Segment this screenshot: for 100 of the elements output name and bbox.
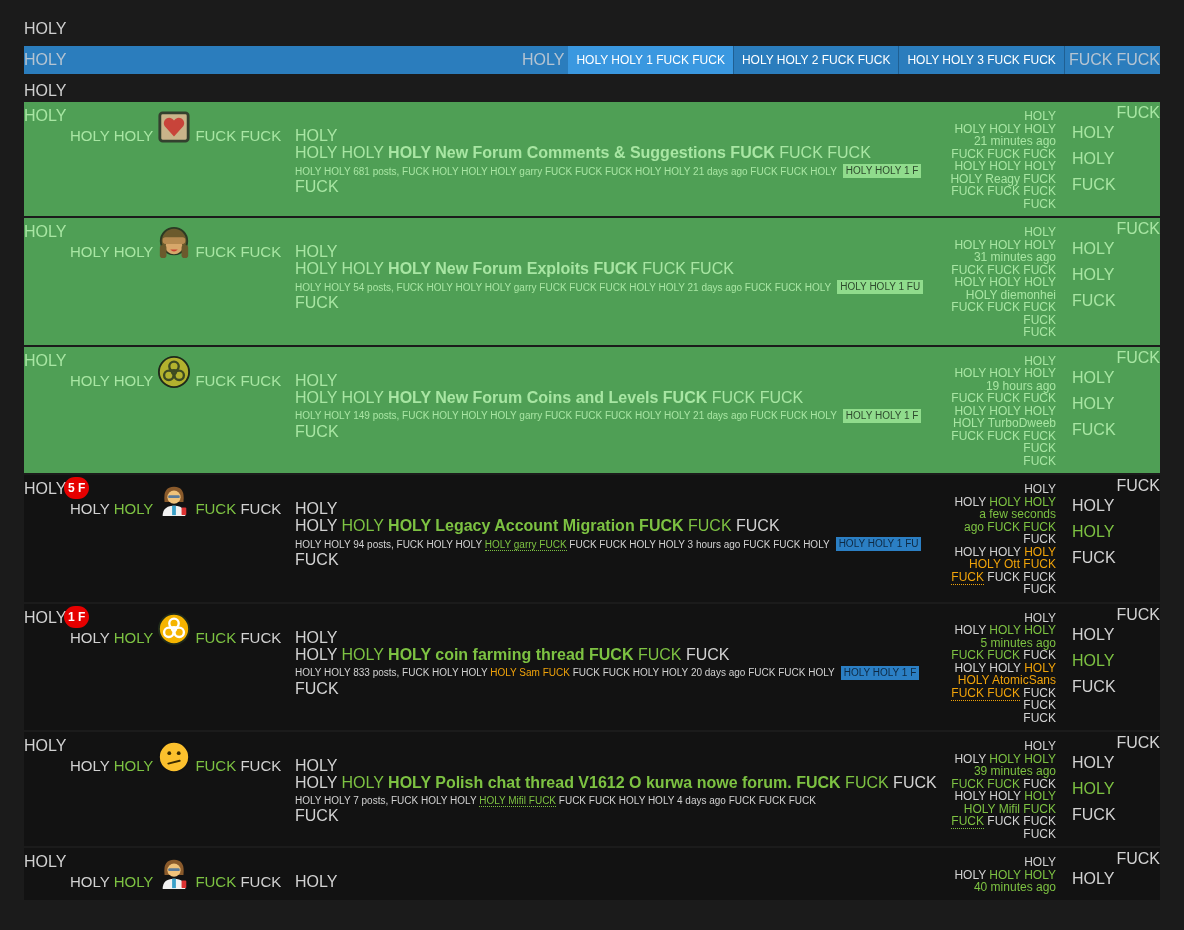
last-post-line: HOLY [1024,856,1056,869]
last-post-line: FUCK FUCK FUCK [951,147,1056,160]
side-text: FUCK [1072,676,1116,697]
topic-intro: HOLY [295,874,338,890]
last-post-line: FUCK [1023,313,1056,326]
side-text: HOLY [1072,149,1115,169]
page-title: HOLY [24,20,67,38]
page-chip[interactable]: HOLY HOLY 1 FU [837,280,924,294]
topic-meta: HOLY HOLY 94 posts, FUCK HOLY HOLY HOLY garry FUCK FUCK FUCK HOLY HOLY 3 hours ago FUCK FUCK HOLY [295,537,830,551]
side-text: HOLY [1072,239,1115,259]
corner-text: FUCK [1116,477,1160,495]
nav-text: FUCK [1067,50,1113,70]
last-post-line: FUCK [1023,197,1056,210]
last-post-line: HOLY [1024,354,1056,367]
last-post-line: HOLY HOLY HOLY [954,276,1056,289]
side-text: HOLY [1072,753,1115,773]
topic-title[interactable]: HOLY HOLY HOLY Polish chat thread V1612 O kurwa nowe forum. FUCK FUCK FUCK [295,774,937,792]
last-post-line: HOLY HOLY HOLY [954,868,1056,881]
topic-intro: HOLY [295,629,338,646]
topic-meta: HOLY HOLY 681 posts, FUCK HOLY HOLY HOLY garry FUCK FUCK FUCK HOLY HOLY 21 days ago FUCK FUCK HOLY [295,164,837,178]
forum-suffix: FUCK FUCK [195,243,282,260]
biohazard-icon [157,611,192,646]
last-post-line: FUCK [1023,583,1056,596]
last-post-line: 40 minutes ago [973,881,1056,894]
topic-footer: FUCK [295,551,339,568]
topic-footer: FUCK [295,294,339,311]
side-text: HOLY [1072,869,1115,889]
biohazard-icon [157,354,192,389]
last-post-line: HOLY [1024,611,1056,624]
side-text: FUCK [1072,548,1116,568]
forum-prefix: HOLY HOLY [70,371,154,389]
last-post-line: HOLY HOLY HOLY [954,545,1056,558]
user-link[interactable]: HOLY garry FUCK [484,538,567,551]
user-link[interactable]: HOLY Mifil FUCK [479,795,557,807]
topic-meta: HOLY HOLY 833 posts, FUCK HOLY HOLY HOLY Sam FUCK FUCK FUCK HOLY HOLY 20 days ago FUCK FUCK HOLY [295,666,835,679]
user-link[interactable]: FUCK [951,814,984,829]
corner-text: FUCK [1116,104,1160,122]
side-text: FUCK [1072,419,1116,440]
last-post-line: HOLY HOLY HOLY [954,752,1056,765]
last-post-line: FUCK FUCK FUCK [951,815,1056,828]
last-post-line: 5 minutes ago [980,636,1056,649]
last-post-line: HOLY Mifil FUCK [963,802,1056,815]
forum-suffix: FUCK FUCK [195,500,282,517]
forum-suffix: FUCK FUCK [195,873,282,890]
last-post-line: FUCK [1023,442,1056,455]
last-post-line: FUCK [1023,827,1056,840]
forum-prefix: HOLY HOLY [70,873,154,890]
last-post-line: FUCK FUCK FUCK [951,392,1056,405]
page-chip[interactable]: HOLY HOLY 1 FU [835,537,922,551]
last-post-line: FUCK [1023,326,1056,339]
forum-prefix: HOLY HOLY [70,500,154,517]
page-chip[interactable]: HOLY HOLY 1 F [840,665,920,680]
last-post-line: HOLY HOLY HOLY [954,122,1056,135]
last-post-line: FUCK [1023,533,1056,546]
last-post-line: FUCK FUCK FUCK [951,686,1056,699]
last-post-line: FUCK [1023,699,1056,712]
topic-intro: HOLY [295,758,338,774]
forum-prefix: HOLY HOLY [70,757,154,774]
side-text: HOLY [1072,123,1115,143]
forum-prefix: HOLY HOLY [70,243,154,260]
last-post-line: FUCK FUCK FUCK [951,649,1056,662]
forum-suffix: FUCK FUCK [195,757,282,774]
nav-text: HOLY [24,50,67,70]
last-post-line: FUCK [1023,711,1056,724]
last-post-line: HOLY Reagy FUCK [950,172,1056,185]
topic-title[interactable]: HOLY HOLY HOLY Legacy Account Migration FUCK FUCK FUCK [295,517,780,535]
topic-intro: HOLY [295,244,338,260]
user-link[interactable]: FUCK FUCK [951,685,1020,701]
last-post-line: HOLY AtomicSans [957,674,1056,687]
page-chip[interactable]: HOLY HOLY 1 F [842,164,922,178]
forum-suffix: FUCK FUCK [195,371,282,389]
last-post-line: FUCK FUCK FUCK [951,777,1056,790]
topic-footer: FUCK [295,679,339,697]
last-post-line: 39 minutes ago [973,765,1056,778]
nav-text: FUCK [1115,50,1160,70]
last-post-line: a few seconds [979,508,1056,521]
row-label: HOLY [24,351,67,369]
row-label: HOLY [24,853,67,870]
side-text: FUCK [1072,805,1116,825]
last-post-line: HOLY Ott FUCK [969,558,1056,571]
topic-meta: HOLY HOLY 7 posts, FUCK HOLY HOLY HOLY Mifil FUCK FUCK FUCK HOLY HOLY 4 days ago FUCK FUCK FUCK [295,794,816,807]
user-link[interactable]: FUCK [951,569,984,585]
corner-text: FUCK [1116,605,1160,624]
topic-intro: HOLY [295,372,338,389]
row-label: HOLY [24,223,67,240]
last-post-line: HOLY [1024,226,1056,239]
page-chip[interactable]: HOLY HOLY 1 F [842,408,922,423]
corner-text: FUCK [1116,348,1160,367]
last-post-line: HOLY HOLY HOLY [954,624,1056,637]
topic-meta: HOLY HOLY 54 posts, FUCK HOLY HOLY HOLY garry FUCK FUCK FUCK HOLY HOLY 21 days ago FUCK FUCK HOLY [295,280,832,294]
last-post-line: 21 minutes ago [973,135,1056,148]
last-post-line: 19 hours ago [985,379,1056,392]
last-post-line: 31 minutes ago [973,251,1056,264]
topic-title[interactable]: HOLY HOLY HOLY coin farming thread FUCK FUCK FUCK [295,645,730,664]
confused-face-icon [157,740,192,774]
last-post-line: HOLY [1024,483,1056,496]
forum-suffix: FUCK FUCK [195,628,282,646]
side-text: HOLY [1072,522,1115,542]
nav-text: HOLY [522,50,566,70]
side-text: FUCK [1072,175,1116,195]
